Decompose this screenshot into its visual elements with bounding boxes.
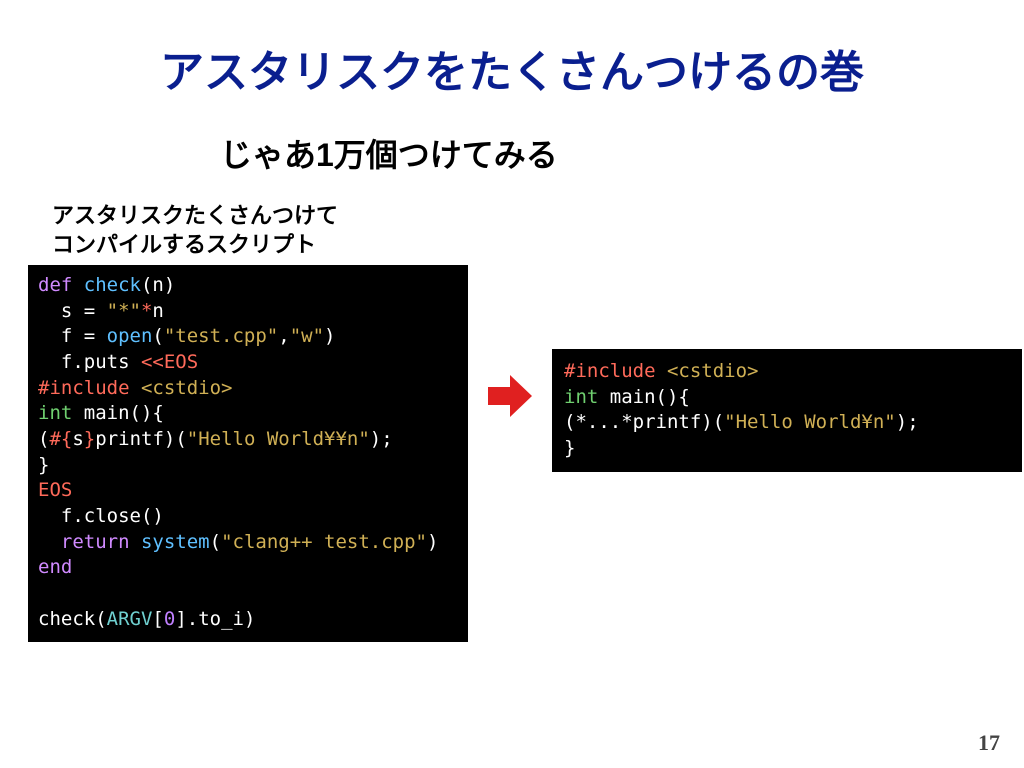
slide-title: アスタリスクをたくさんつけるの巻 [0,0,1024,100]
slide-subtitle: じゃあ1万個つけてみる [0,100,1024,176]
code-block-right: #include <cstdio> int main(){ (*...*prin… [552,349,1022,472]
fn-check: check [84,274,141,296]
code-caption: アスタリスクたくさんつけて コンパイルするスクリプト [0,176,1024,259]
code-block-left: def check(n) s = "*"*n f = open("test.cp… [28,265,468,642]
kw-def: def [38,274,72,296]
arrow-icon [488,375,532,422]
page-number: 17 [978,730,1000,756]
caption-line-2: コンパイルするスクリプト [52,232,316,257]
caption-line-1: アスタリスクたくさんつけて [52,203,338,228]
content-row: def check(n) s = "*"*n f = open("test.cp… [0,259,1024,642]
